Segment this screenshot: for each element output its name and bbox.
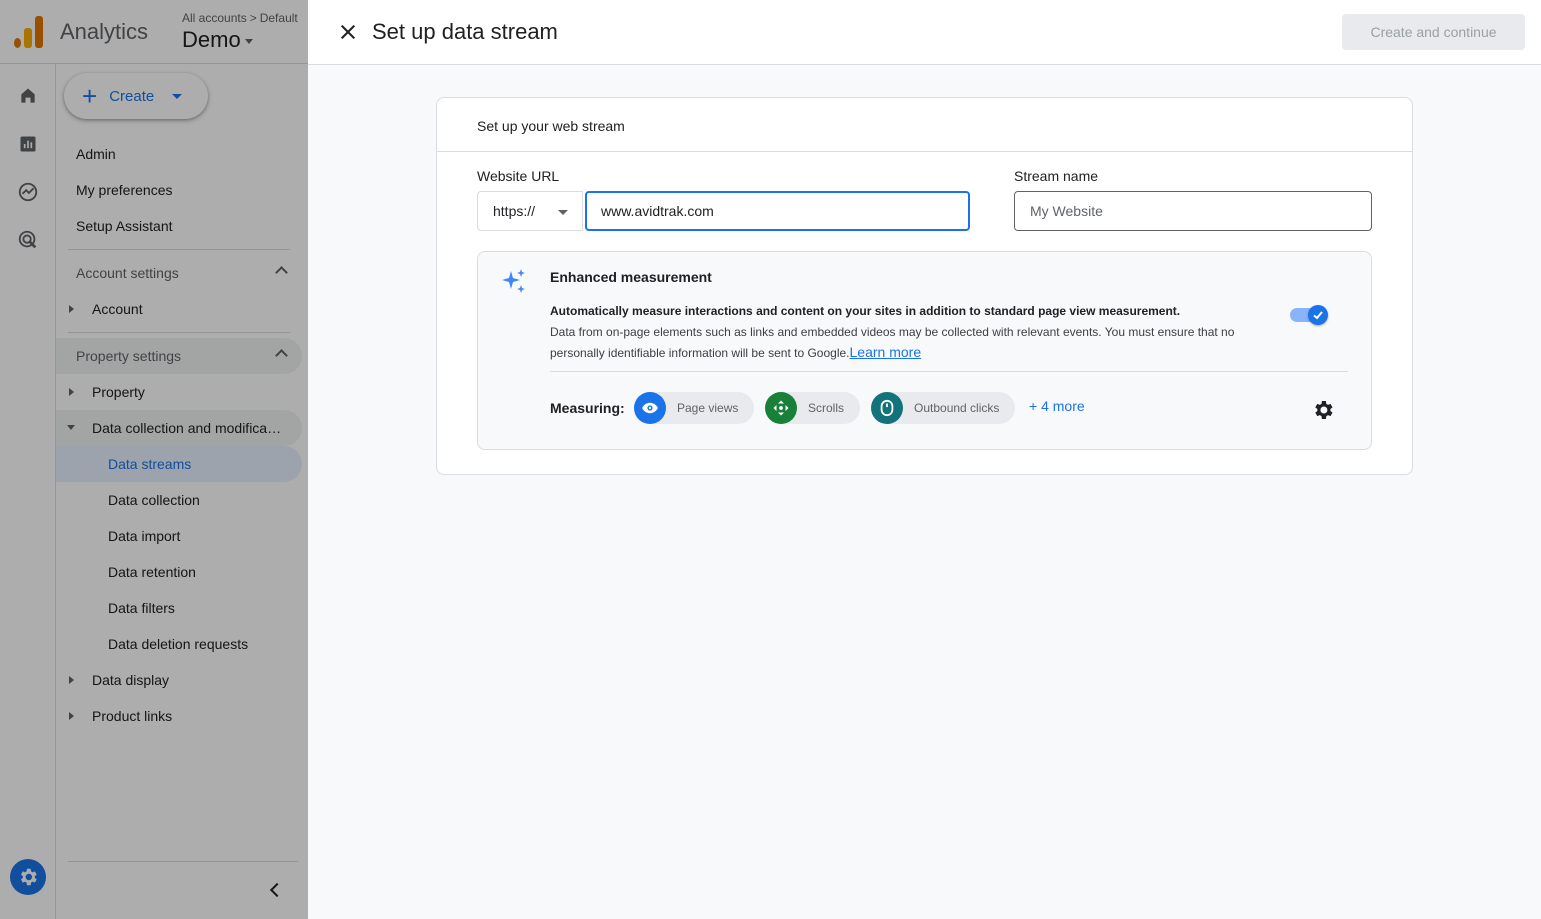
mouse-icon	[871, 392, 903, 424]
eye-icon	[634, 392, 666, 424]
enhanced-measurement-description: Data from on-page elements such as links…	[550, 322, 1285, 363]
learn-more-link[interactable]: Learn more	[850, 344, 922, 360]
chip-label: Outbound clicks	[914, 401, 1000, 415]
chip-page-views: Page views	[634, 392, 755, 424]
section-divider	[550, 371, 1348, 372]
create-and-continue-button[interactable]: Create and continue	[1342, 14, 1525, 50]
enhanced-measurement-toggle[interactable]	[1290, 305, 1328, 325]
sparkle-icon	[502, 269, 525, 293]
website-url-label: Website URL	[477, 168, 560, 184]
panel-header: Set up data stream Create and continue	[308, 0, 1541, 65]
check-icon	[1313, 311, 1323, 320]
protocol-value: https://	[493, 203, 536, 219]
protocol-select[interactable]: https://	[477, 191, 583, 231]
web-stream-card: Set up your web stream Website URL https…	[436, 97, 1413, 475]
page-title: Set up data stream	[372, 19, 558, 44]
card-divider	[437, 151, 1412, 152]
scroll-move-icon	[765, 392, 797, 424]
setup-data-stream-panel: Set up data stream Create and continue S…	[308, 0, 1541, 919]
enhanced-measurement-lead: Automatically measure interactions and c…	[550, 304, 1181, 318]
more-measurements-link[interactable]: + 4 more	[1029, 398, 1085, 414]
chevron-down-icon	[558, 210, 568, 215]
stream-name-label: Stream name	[1014, 168, 1099, 184]
chip-outbound-clicks: Outbound clicks	[871, 392, 1016, 424]
settings-gear-icon[interactable]	[1311, 398, 1335, 422]
website-url-input[interactable]	[585, 191, 970, 231]
measuring-label: Measuring:	[550, 400, 625, 416]
enhanced-measurement-title: Enhanced measurement	[550, 269, 712, 285]
stream-name-input[interactable]	[1014, 191, 1372, 231]
chip-label: Page views	[677, 401, 739, 415]
chip-scrolls: Scrolls	[765, 392, 861, 424]
toggle-thumb	[1308, 305, 1328, 325]
enhanced-measurement-section: Enhanced measurement Automatically measu…	[477, 251, 1372, 450]
chip-label: Scrolls	[808, 401, 845, 415]
close-icon[interactable]	[336, 20, 360, 44]
card-title: Set up your web stream	[477, 118, 625, 134]
